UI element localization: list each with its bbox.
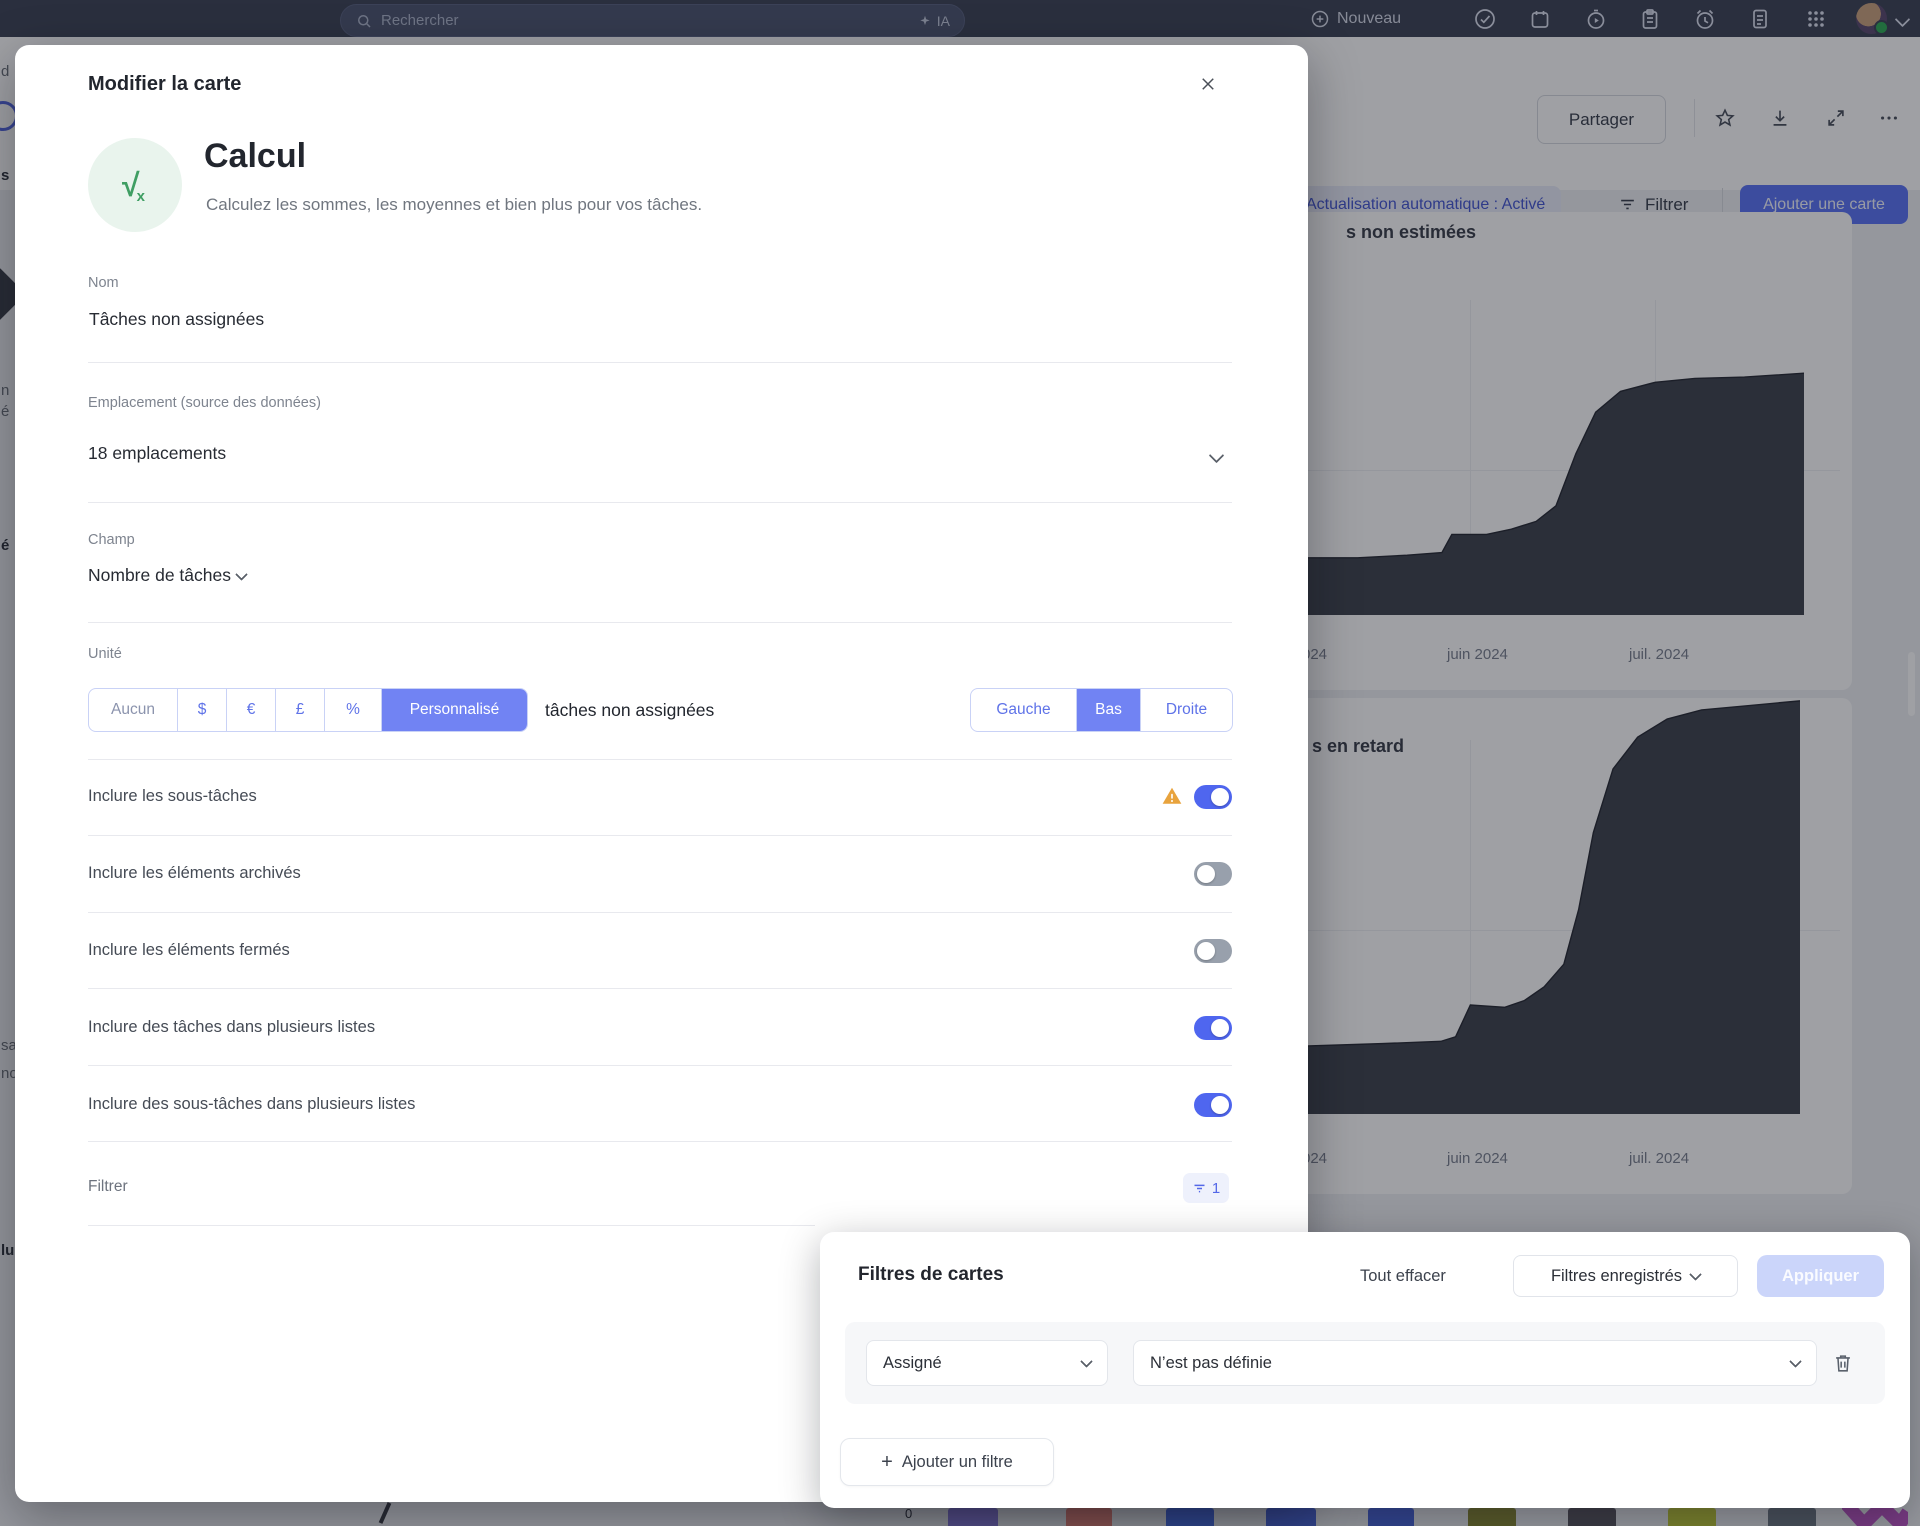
position-option-gauche[interactable]: Gauche	[971, 689, 1076, 731]
modal-title: Modifier la carte	[88, 73, 241, 96]
toggle-fermes[interactable]	[1194, 939, 1232, 963]
name-input[interactable]: Tâches non assignées	[89, 309, 264, 330]
field-label-emplacement: Emplacement (source des données)	[88, 395, 321, 411]
plus-icon: +	[881, 1452, 893, 1472]
chevron-down-icon[interactable]	[235, 568, 248, 581]
chevron-down-icon[interactable]	[1209, 448, 1225, 464]
filters-panel-title: Filtres de cartes	[858, 1264, 1004, 1286]
field-label-nom: Nom	[88, 275, 119, 291]
warning-icon	[1161, 785, 1183, 807]
field-label-unite: Unité	[88, 646, 122, 662]
position-option-droite[interactable]: Droite	[1140, 689, 1232, 731]
chevron-down-icon	[1789, 1355, 1802, 1368]
field-label-champ: Champ	[88, 532, 135, 548]
toggle-taches-listes[interactable]	[1194, 1016, 1232, 1040]
unit-position-control: Gauche Bas Droite	[970, 688, 1233, 732]
saved-filters-button[interactable]: Filtres enregistrés	[1513, 1255, 1738, 1297]
location-select[interactable]: 18 emplacements	[88, 443, 226, 464]
unit-option-pound[interactable]: £	[275, 689, 324, 731]
calcul-card-icon: √x	[88, 138, 182, 232]
card-type-name: Calcul	[204, 137, 306, 176]
sqrt-x-icon: √x	[122, 167, 148, 204]
screen: Rechercher IA Nouveau	[0, 0, 1920, 1526]
close-button[interactable]	[1193, 69, 1223, 99]
filter-field-select[interactable]: Assigné	[866, 1340, 1108, 1386]
custom-unit-input[interactable]: tâches non assignées	[545, 688, 714, 732]
apply-button-disabled[interactable]: Appliquer	[1757, 1255, 1884, 1297]
unit-option-euro[interactable]: €	[226, 689, 275, 731]
unit-segmented-control: Aucun $ € £ % Personnalisé	[88, 688, 528, 732]
filter-section-label: Filtrer	[88, 1178, 128, 1196]
position-option-bas[interactable]: Bas	[1076, 689, 1140, 731]
unit-option-aucun[interactable]: Aucun	[89, 689, 177, 731]
toggle-archives[interactable]	[1194, 862, 1232, 886]
close-icon	[1199, 75, 1217, 93]
field-select[interactable]: Nombre de tâches	[88, 565, 231, 586]
clear-all-button[interactable]: Tout effacer	[1360, 1255, 1446, 1297]
filter-operator-select[interactable]: N’est pas définie	[1133, 1340, 1817, 1386]
unit-option-personnalise[interactable]: Personnalisé	[381, 689, 527, 731]
filter-lines-icon	[1192, 1181, 1207, 1196]
chevron-down-icon	[1080, 1355, 1093, 1368]
delete-filter-button[interactable]	[1832, 1352, 1854, 1374]
card-filters-panel: Filtres de cartes Tout effacer Filtres e…	[820, 1232, 1910, 1508]
chevron-down-icon	[1689, 1268, 1702, 1281]
unit-option-percent[interactable]: %	[324, 689, 381, 731]
add-filter-button[interactable]: + Ajouter un filtre	[840, 1438, 1054, 1486]
card-type-description: Calculez les sommes, les moyennes et bie…	[206, 195, 702, 215]
filter-count-badge[interactable]: 1	[1183, 1173, 1229, 1203]
toggle-sous-taches[interactable]	[1194, 785, 1232, 809]
toggle-sous-taches-listes[interactable]	[1194, 1093, 1232, 1117]
trash-icon	[1832, 1352, 1854, 1374]
unit-option-dollar[interactable]: $	[177, 689, 226, 731]
